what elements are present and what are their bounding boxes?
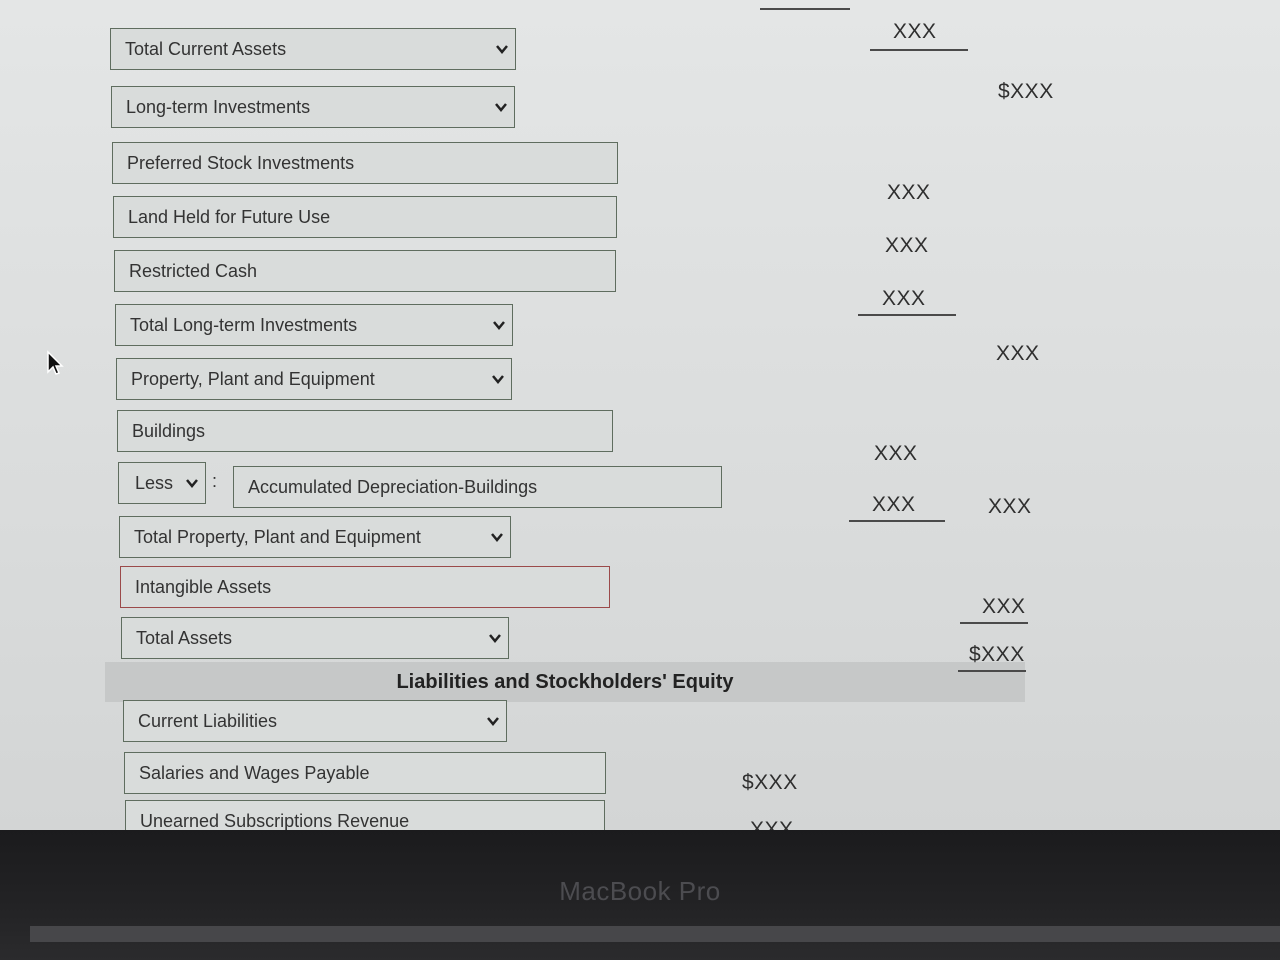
underline: [849, 520, 945, 522]
amount-value: $XXX: [998, 80, 1054, 103]
salaries-wages-payable-input[interactable]: Salaries and Wages Payable: [124, 752, 606, 794]
intangible-assets-input[interactable]: Intangible Assets: [120, 566, 610, 608]
section-header-label: Liabilities and Stockholders' Equity: [396, 670, 734, 693]
field-label: Land Held for Future Use: [128, 206, 331, 227]
chevron-down-icon: [496, 45, 508, 54]
less-select[interactable]: Less: [118, 462, 206, 504]
mouse-cursor-icon: [47, 350, 64, 375]
chevron-down-icon: [489, 634, 501, 643]
underline: [870, 49, 968, 51]
screen: Total Current Assets Long-term Investmen…: [0, 0, 1280, 832]
current-liabilities-select[interactable]: Current Liabilities: [123, 700, 507, 742]
field-label: Intangible Assets: [135, 576, 272, 597]
chevron-down-icon: [493, 321, 505, 330]
field-label: Less: [135, 472, 174, 493]
field-label: Unearned Subscriptions Revenue: [140, 810, 410, 831]
amount-value: XXX: [988, 495, 1032, 518]
amount-value: XXX: [882, 287, 926, 310]
amount-value: $XXX: [969, 643, 1025, 666]
land-held-future-use-input[interactable]: Land Held for Future Use: [113, 196, 617, 238]
field-label: Property, Plant and Equipment: [131, 368, 375, 389]
field-label: Salaries and Wages Payable: [139, 762, 370, 783]
accumulated-depreciation-buildings-input[interactable]: Accumulated Depreciation-Buildings: [233, 466, 722, 508]
restricted-cash-input[interactable]: Restricted Cash: [114, 250, 616, 292]
preferred-stock-investments-input[interactable]: Preferred Stock Investments: [112, 142, 618, 184]
field-label: Current Liabilities: [138, 710, 278, 731]
chevron-down-icon: [491, 533, 503, 542]
field-label: Preferred Stock Investments: [127, 152, 355, 173]
ppe-select[interactable]: Property, Plant and Equipment: [116, 358, 512, 400]
section-header-liabilities-equity: Liabilities and Stockholders' Equity: [105, 662, 1025, 702]
total-long-term-investments-select[interactable]: Total Long-term Investments: [115, 304, 513, 346]
divider: [760, 8, 850, 10]
amount-value: $XXX: [742, 771, 798, 794]
field-label: Total Property, Plant and Equipment: [134, 526, 421, 547]
chevron-down-icon: [495, 103, 507, 112]
unearned-subscriptions-revenue-input[interactable]: Unearned Subscriptions Revenue: [125, 800, 605, 832]
field-label: Total Current Assets: [125, 38, 287, 59]
field-label: Total Long-term Investments: [130, 314, 358, 335]
long-term-investments-select[interactable]: Long-term Investments: [111, 86, 515, 128]
amount-value: XXX: [887, 181, 931, 204]
device-label: MacBook Pro: [559, 876, 721, 906]
field-label: Long-term Investments: [126, 96, 311, 117]
chevron-down-icon: [186, 479, 198, 488]
chevron-down-icon: [487, 717, 499, 726]
amount-value: XXX: [982, 595, 1026, 618]
total-current-assets-select[interactable]: Total Current Assets: [110, 28, 516, 70]
field-label: Total Assets: [136, 627, 233, 648]
amount-value: XXX: [996, 342, 1040, 365]
amount-value: XXX: [874, 442, 918, 465]
amount-value: XXX: [885, 234, 929, 257]
total-ppe-select[interactable]: Total Property, Plant and Equipment: [119, 516, 511, 558]
laptop-edge: [30, 926, 1280, 942]
amount-value: XXX: [893, 20, 937, 43]
total-assets-select[interactable]: Total Assets: [121, 617, 509, 659]
underline: [858, 314, 956, 316]
field-label: Restricted Cash: [129, 260, 258, 281]
underline: [960, 622, 1028, 624]
colon-separator: :: [212, 471, 218, 491]
field-label: Accumulated Depreciation-Buildings: [248, 476, 538, 497]
amount-value: XXX: [872, 493, 916, 516]
field-label: Buildings: [132, 420, 206, 441]
buildings-input[interactable]: Buildings: [117, 410, 613, 452]
underline: [958, 670, 1026, 672]
chevron-down-icon: [492, 375, 504, 384]
